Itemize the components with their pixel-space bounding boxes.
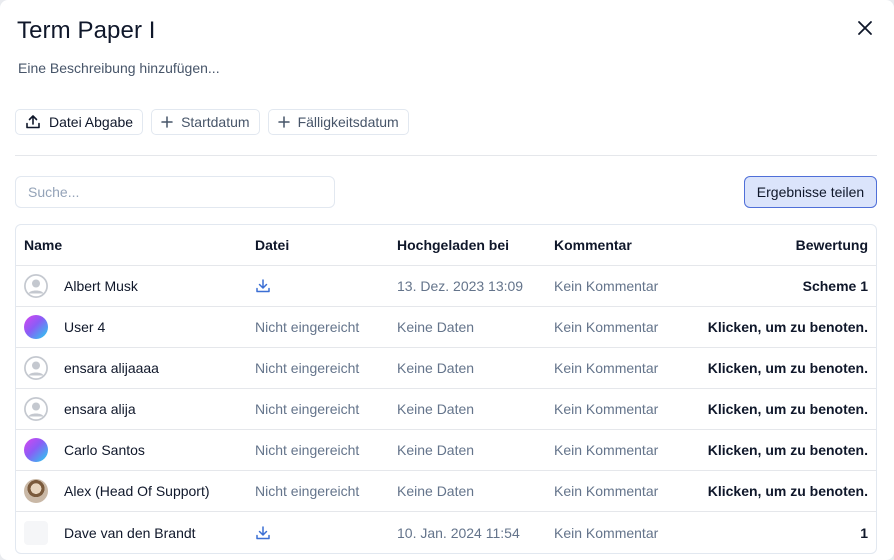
default-user-avatar: [24, 274, 48, 298]
grade[interactable]: Klicken, um zu benoten.: [708, 348, 868, 388]
grade[interactable]: 1: [860, 512, 868, 553]
photo-avatar: [24, 479, 48, 503]
close-button[interactable]: [852, 15, 878, 41]
file-submission-button[interactable]: Datei Abgabe: [15, 109, 144, 135]
comment[interactable]: Kein Kommentar: [554, 471, 658, 511]
start-date-label: Startdatum: [181, 114, 250, 130]
share-results-button[interactable]: Ergebnisse teilen: [744, 176, 877, 208]
comment[interactable]: Kein Kommentar: [554, 430, 658, 470]
header-file[interactable]: Datei: [255, 225, 289, 265]
table-row[interactable]: ensara alija Nicht eingereicht Keine Dat…: [16, 389, 876, 430]
comment[interactable]: Kein Kommentar: [554, 266, 658, 306]
student-name: ensara alija: [64, 401, 136, 417]
file-status: Nicht eingereicht: [255, 360, 360, 376]
due-date-label: Fälligkeitsdatum: [297, 114, 399, 130]
grade[interactable]: Klicken, um zu benoten.: [708, 430, 868, 470]
start-date-button[interactable]: Startdatum: [151, 109, 260, 135]
grade[interactable]: Klicken, um zu benoten.: [708, 471, 868, 511]
uploaded-at: Keine Daten: [397, 360, 475, 376]
download-icon[interactable]: [255, 278, 271, 294]
comment[interactable]: Kein Kommentar: [554, 389, 658, 429]
table-row[interactable]: Carlo Santos Nicht eingereicht Keine Dat…: [16, 430, 876, 471]
upload-icon: [25, 114, 41, 130]
header-name[interactable]: Name: [24, 225, 62, 265]
uploaded-at: 10. Jan. 2024 11:54: [397, 524, 520, 541]
gradient-avatar: [24, 315, 48, 339]
download-button[interactable]: [255, 525, 271, 541]
divider: [15, 155, 877, 156]
uploaded-at: Keine Daten: [397, 442, 475, 458]
student-name: Alex (Head Of Support): [64, 483, 210, 499]
table-row[interactable]: Alex (Head Of Support) Nicht eingereicht…: [16, 471, 876, 512]
file-status: Nicht eingereicht: [255, 442, 360, 458]
table-row[interactable]: Albert Musk 13. Dez. 2023 13:09 Kein Kom…: [16, 266, 876, 307]
student-name: ensara alijaaaa: [64, 360, 159, 376]
student-name: Dave van den Brandt: [64, 524, 196, 541]
comment[interactable]: Kein Kommentar: [554, 307, 658, 347]
uploaded-at: 13. Dez. 2023 13:09: [397, 278, 524, 294]
description-field[interactable]: Eine Beschreibung hinzufügen...: [18, 60, 220, 76]
default-user-avatar: [24, 356, 48, 380]
comment[interactable]: Kein Kommentar: [554, 348, 658, 388]
header-comment[interactable]: Kommentar: [554, 225, 632, 265]
uploaded-at: Keine Daten: [397, 401, 475, 417]
file-submission-label: Datei Abgabe: [49, 114, 134, 130]
plus-icon: [277, 116, 290, 128]
plus-icon: [161, 116, 173, 128]
table-header: Name Datei Hochgeladen bei Kommentar Bew…: [16, 225, 876, 266]
assignment-modal: Term Paper I Eine Beschreibung hinzufüge…: [0, 0, 894, 560]
due-date-button[interactable]: Fälligkeitsdatum: [267, 109, 409, 135]
search-input[interactable]: [15, 176, 335, 208]
file-status: Nicht eingereicht: [255, 483, 360, 499]
uploaded-at: Keine Daten: [397, 483, 475, 499]
comment[interactable]: Kein Kommentar: [554, 512, 658, 553]
blank-avatar: [24, 520, 48, 545]
grade[interactable]: Klicken, um zu benoten.: [708, 389, 868, 429]
student-name: Albert Musk: [64, 278, 138, 294]
uploaded-at: Keine Daten: [397, 319, 475, 335]
student-name: User 4: [64, 319, 106, 335]
action-bar: Datei Abgabe Startdatum Fälligkeitsdatum: [15, 109, 409, 135]
table-row[interactable]: Dave van den Brandt 10. Jan. 2024 11:54 …: [16, 512, 876, 553]
grade[interactable]: Klicken, um zu benoten.: [708, 307, 868, 347]
file-status: Nicht eingereicht: [255, 401, 360, 417]
file-status: Nicht eingereicht: [255, 319, 360, 335]
table-row[interactable]: ensara alijaaaa Nicht eingereicht Keine …: [16, 348, 876, 389]
download-button[interactable]: [255, 278, 271, 294]
student-name: Carlo Santos: [64, 442, 145, 458]
header-grade[interactable]: Bewertung: [796, 225, 868, 265]
table-row[interactable]: User 4 Nicht eingereicht Keine Daten Kei…: [16, 307, 876, 348]
submissions-table: Name Datei Hochgeladen bei Kommentar Bew…: [15, 224, 877, 554]
default-user-avatar: [24, 397, 48, 421]
grade[interactable]: Scheme 1: [803, 266, 868, 306]
gradient-avatar: [24, 438, 48, 462]
download-icon[interactable]: [255, 525, 271, 541]
close-icon[interactable]: [857, 20, 873, 36]
page-title[interactable]: Term Paper I: [17, 17, 156, 45]
header-uploaded[interactable]: Hochgeladen bei: [397, 225, 509, 265]
